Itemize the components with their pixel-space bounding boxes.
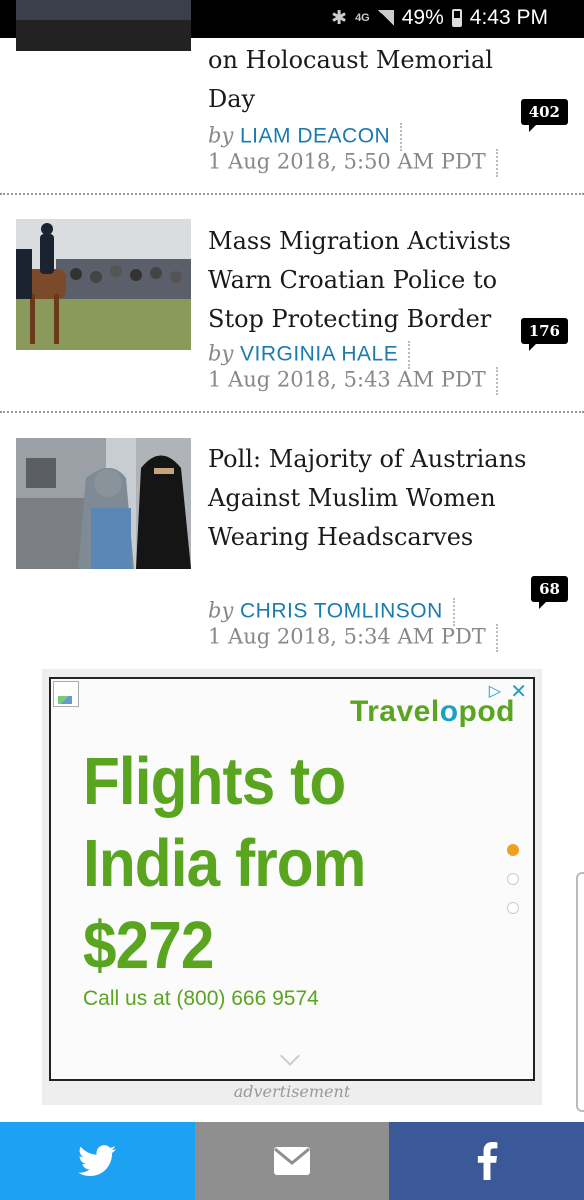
divider [0, 411, 584, 413]
comment-count-badge[interactable]: 402 [520, 99, 568, 132]
email-share-button[interactable] [194, 1122, 390, 1200]
facebook-share-button[interactable] [389, 1122, 584, 1200]
bluetooth-icon: ✱ [331, 7, 348, 29]
battery-icon [451, 9, 462, 27]
article-title[interactable]: Mass Migration Activists Warn Croatian P… [208, 222, 538, 339]
ad-headline: Flights to India from $272 [83, 744, 366, 983]
date-text: 1 Aug 2018, 5:50 AM PDT [208, 149, 486, 174]
twitter-icon [78, 1145, 117, 1177]
byline-prefix: by [208, 123, 234, 148]
logo-text-part: o [439, 695, 459, 728]
email-icon [274, 1147, 310, 1175]
twitter-share-button[interactable] [0, 1122, 195, 1200]
carousel-dot[interactable] [507, 902, 519, 914]
signal-icon [377, 10, 394, 26]
logo-text-part: pod [458, 695, 515, 728]
byline-prefix: by [208, 341, 234, 366]
author-link[interactable]: VIRGINIA HALE [240, 343, 398, 366]
comment-count-badge[interactable]: 68 [531, 576, 568, 609]
chevron-down-icon[interactable] [280, 1046, 300, 1066]
separator [452, 598, 455, 626]
ad-phone-text[interactable]: Call us at (800) 666 9574 [83, 987, 319, 1011]
ad-banner[interactable]: ▷ ✕ Travelopod Flights to India from $27… [49, 677, 535, 1081]
clock: 4:43 PM [469, 6, 548, 29]
comment-count-badge[interactable]: 176 [520, 318, 568, 351]
article-title[interactable]: on Holocaust Memorial Day [208, 41, 538, 119]
article-title[interactable]: Poll: Majority of Austrians Against Musl… [208, 440, 538, 557]
edge-panel-handle[interactable] [576, 872, 584, 1112]
article-byline: by VIRGINIA HALE [208, 341, 411, 369]
article-thumbnail[interactable] [16, 438, 191, 569]
date-text: 1 Aug 2018, 5:43 AM PDT [208, 367, 486, 392]
facebook-icon [477, 1142, 498, 1180]
carousel-dot-active[interactable] [507, 844, 519, 856]
separator [408, 341, 411, 369]
logo-text-part: Travel [349, 695, 440, 728]
article-thumbnail[interactable] [16, 0, 191, 51]
article-byline: by LIAM DEACON [208, 123, 403, 151]
separator [495, 367, 498, 395]
share-bar [0, 1122, 584, 1200]
article-date: 1 Aug 2018, 5:34 AM PDT [208, 624, 498, 652]
article-date: 1 Aug 2018, 5:43 AM PDT [208, 367, 498, 395]
article-byline: by CHRIS TOMLINSON [208, 598, 455, 626]
carousel-dot[interactable] [507, 873, 519, 885]
separator [400, 123, 403, 151]
separator [495, 149, 498, 177]
network-type: 4G [355, 12, 370, 24]
byline-prefix: by [208, 598, 234, 623]
battery-percent: 49% [401, 6, 444, 29]
ad-label: advertisement [233, 1082, 351, 1101]
article-thumbnail[interactable] [16, 219, 191, 350]
author-link[interactable]: CHRIS TOMLINSON [240, 600, 443, 623]
ad-logo: Travelopod [350, 695, 515, 729]
broken-image-icon [53, 681, 79, 707]
article-date: 1 Aug 2018, 5:50 AM PDT [208, 149, 498, 177]
advertisement-container: ▷ ✕ Travelopod Flights to India from $27… [42, 669, 542, 1105]
date-text: 1 Aug 2018, 5:34 AM PDT [208, 624, 486, 649]
divider [0, 193, 584, 195]
separator [495, 624, 498, 652]
author-link[interactable]: LIAM DEACON [240, 125, 390, 148]
